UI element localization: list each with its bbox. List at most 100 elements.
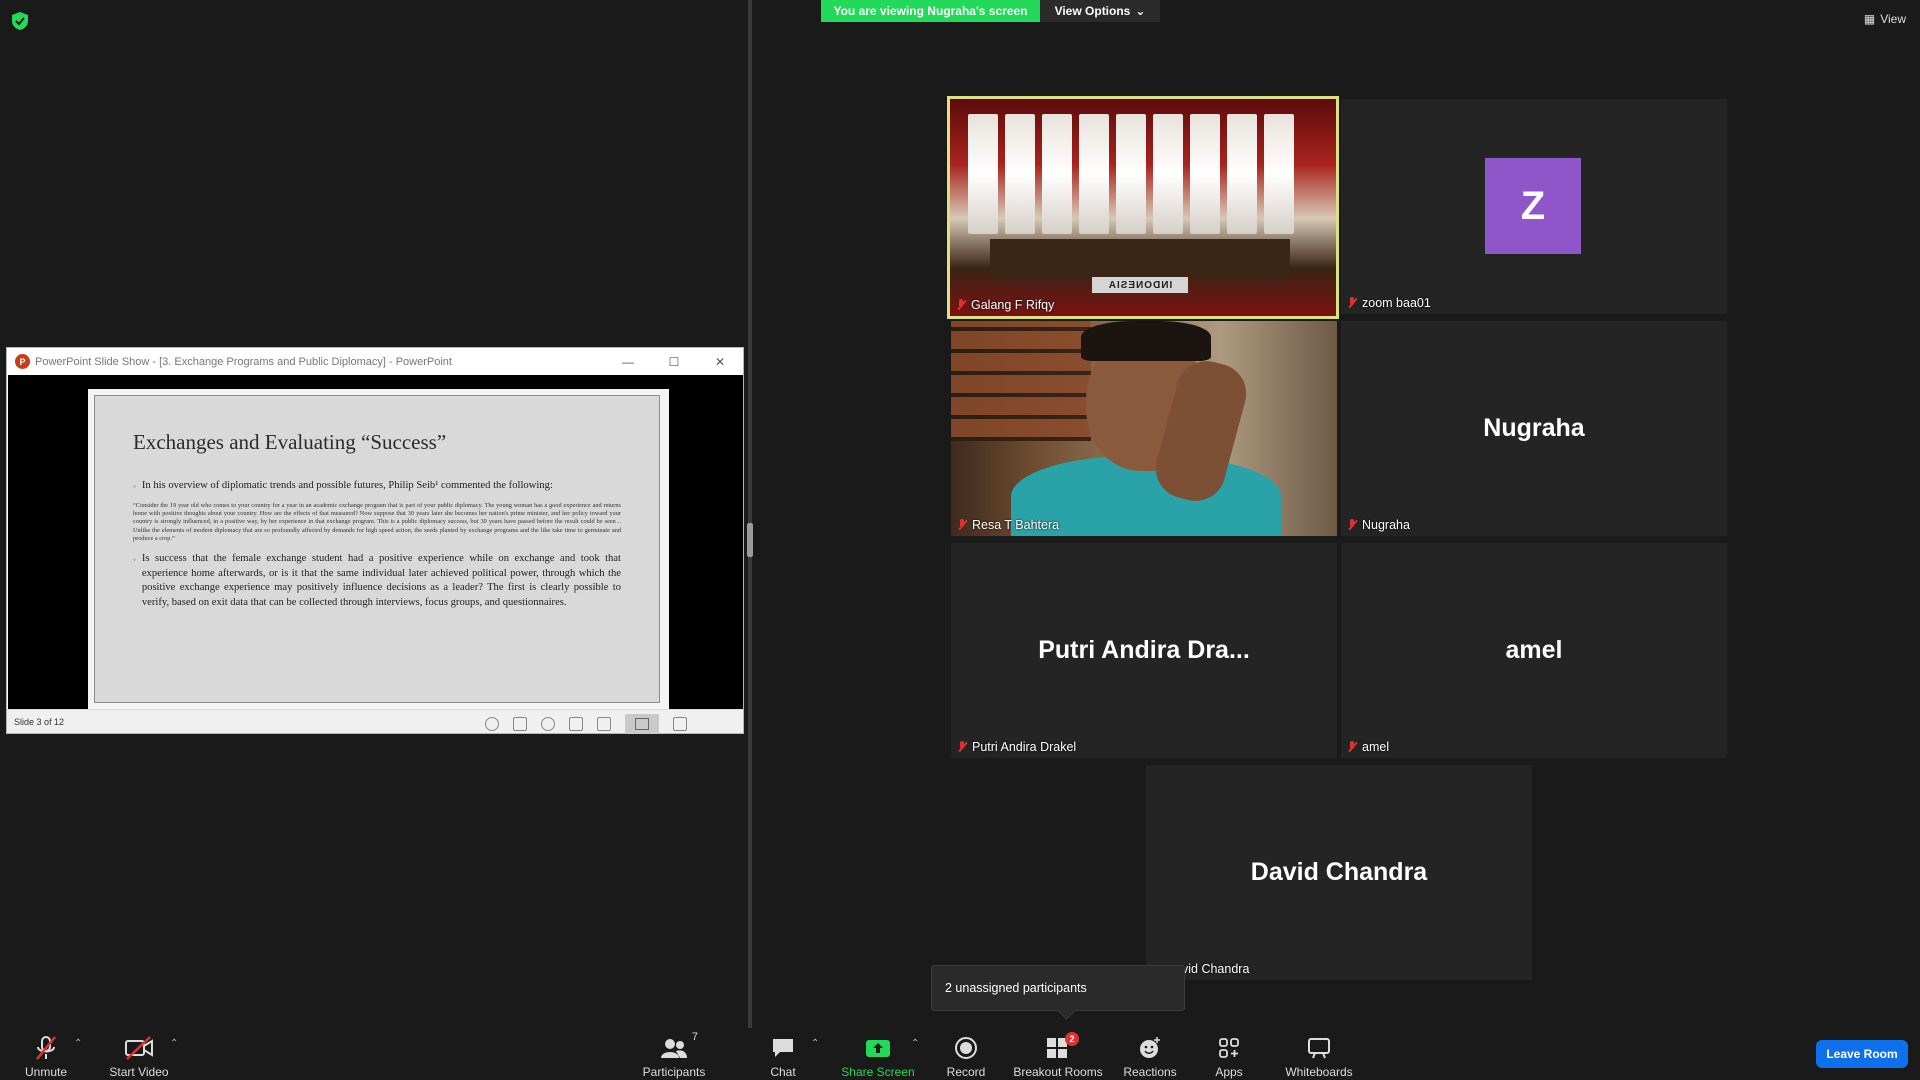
breakout-rooms-label: Breakout Rooms [1013, 1065, 1103, 1079]
reactions-label: Reactions [1123, 1065, 1177, 1079]
split-divider[interactable] [748, 0, 752, 1028]
grid-view-icon: ▦ [1863, 12, 1876, 26]
view-options-button[interactable]: View Options ⌄ [1040, 0, 1160, 22]
video-tile[interactable]: Nugraha Nugraha [1341, 321, 1727, 536]
viewing-screen-banner: You are viewing Nugraha's screen [821, 0, 1040, 22]
record-button[interactable]: Record [940, 1028, 992, 1080]
participant-name-tag: amel [1347, 740, 1389, 754]
security-shield-icon[interactable] [12, 12, 28, 30]
participants-icon: 7 [660, 1031, 698, 1062]
close-icon[interactable]: ✕ [697, 348, 743, 375]
participant-display-name: amel [1505, 636, 1563, 664]
muted-mic-icon [957, 741, 967, 753]
participant-name-tag: zoom baa01 [1347, 296, 1431, 310]
previous-slide-icon[interactable] [485, 717, 499, 731]
view-label: View [1880, 12, 1906, 26]
slide-menu-icon[interactable] [513, 717, 527, 731]
record-label: Record [946, 1065, 986, 1079]
apps-icon [1218, 1034, 1240, 1062]
participant-name-tag: Nugraha [1347, 518, 1410, 532]
slide-bullet-1: ◦ In his overview of diplomatic trends a… [133, 479, 621, 494]
participant-name: Resa T Bahtera [972, 518, 1060, 532]
apps-label: Apps [1215, 1065, 1243, 1079]
breakout-rooms-icon: 2 [1046, 1032, 1079, 1062]
slide-sorter-icon[interactable] [597, 717, 611, 731]
avatar: Z [1485, 158, 1581, 254]
slideshow-icon[interactable] [673, 717, 687, 731]
apps-button[interactable]: Apps [1208, 1028, 1250, 1080]
unmute-label: Unmute [24, 1065, 68, 1079]
powerpoint-logo-icon: P [15, 354, 30, 369]
participant-name: Nugraha [1362, 518, 1410, 532]
reading-view-icon[interactable] [625, 714, 659, 734]
minimize-icon[interactable]: — [605, 348, 651, 375]
participant-name: Putri Andira Drakel [972, 740, 1077, 754]
share-screen-label: Share Screen [841, 1065, 915, 1079]
ppt-status-bar: Slide 3 of 12 [7, 709, 743, 734]
window-controls: — ☐ ✕ [605, 348, 743, 375]
breakout-badge: 2 [1065, 1032, 1079, 1046]
participant-name-tag: vid Chandra [1182, 962, 1249, 976]
participant-display-name: Nugraha [1483, 414, 1585, 442]
video-tile[interactable]: Putri Andira Dra... Putri Andira Drakel [951, 543, 1337, 758]
participants-button[interactable]: 7 Participants [636, 1028, 712, 1080]
video-tile[interactable]: INDONESIA Galang F Rifqy [947, 96, 1339, 319]
muted-mic-icon [957, 519, 967, 531]
view-options-label: View Options [1054, 4, 1131, 18]
video-off-icon [124, 1034, 154, 1062]
participant-name-tag: Putri Andira Drakel [957, 740, 1076, 754]
video-options-caret-icon[interactable]: ⌃ [170, 1038, 178, 1049]
chat-label: Chat [770, 1065, 796, 1079]
participant-name: vid Chandra [1182, 962, 1250, 976]
video-feed [951, 321, 1337, 536]
video-tile[interactable]: David Chandra vid Chandra [1146, 765, 1532, 980]
next-slide-icon[interactable] [541, 717, 555, 731]
slide-bullet-2-text: Is success that the female exchange stud… [141, 553, 621, 608]
slide-counter: Slide 3 of 12 [14, 716, 65, 727]
chat-button[interactable]: Chat [760, 1028, 806, 1080]
reactions-icon [1138, 1034, 1162, 1062]
slide-stage: Exchanges and Evaluating “Success” ◦ In … [8, 375, 743, 710]
participant-name: zoom baa01 [1362, 296, 1431, 310]
reactions-button[interactable]: Reactions [1122, 1028, 1178, 1080]
chat-icon [771, 1034, 795, 1062]
muted-mic-icon [1347, 297, 1357, 309]
maximize-icon[interactable]: ☐ [651, 348, 697, 375]
muted-mic-icon [1347, 741, 1357, 753]
slideshow-controls [485, 714, 687, 734]
share-screen-button[interactable]: Share Screen [838, 1028, 918, 1080]
slide-bullet-2: ◦ Is success that the female exchange st… [133, 552, 621, 610]
share-options-caret-icon[interactable]: ⌃ [911, 1038, 919, 1049]
audio-options-caret-icon[interactable]: ⌃ [74, 1038, 82, 1049]
normal-view-icon[interactable] [569, 717, 583, 731]
video-tile[interactable]: Z zoom baa01 [1341, 99, 1727, 314]
participant-name: amel [1362, 740, 1390, 754]
leave-room-button[interactable]: Leave Room [1816, 1040, 1908, 1068]
chat-options-caret-icon[interactable]: ⌃ [811, 1038, 819, 1049]
ppt-window-title: PowerPoint Slide Show - [3. Exchange Pro… [35, 355, 452, 368]
whiteboards-button[interactable]: Whiteboards [1280, 1028, 1358, 1080]
view-button[interactable]: ▦ View [1864, 12, 1906, 26]
video-feed: INDONESIA [950, 99, 1336, 316]
participants-count: 7 [691, 1031, 698, 1043]
slide: Exchanges and Evaluating “Success” ◦ In … [94, 395, 660, 703]
participant-name-tag: Resa T Bahtera [957, 518, 1059, 532]
video-tile[interactable]: amel amel [1341, 543, 1727, 758]
slide-bullet-1-text: In his overview of diplomatic trends and… [141, 480, 553, 491]
bullet-icon: ◦ [133, 482, 136, 491]
participant-display-name: David Chandra [1250, 858, 1428, 886]
start-video-button[interactable]: Start Video [104, 1028, 174, 1080]
bullet-icon: ◦ [133, 555, 136, 565]
slide-quote: “Consider the 19 year old who comes to y… [133, 502, 621, 542]
unmute-button[interactable]: Unmute [18, 1028, 74, 1080]
divider-drag-handle[interactable] [747, 523, 753, 557]
breakout-rooms-button[interactable]: 2 Breakout Rooms [1012, 1028, 1104, 1080]
muted-microphone-icon [33, 1034, 59, 1062]
slide-title: Exchanges and Evaluating “Success” [133, 430, 447, 454]
video-tile[interactable]: Resa T Bahtera [951, 321, 1337, 536]
participants-label: Participants [642, 1065, 706, 1079]
chevron-down-icon: ⌄ [1135, 4, 1146, 18]
muted-mic-icon [956, 299, 966, 311]
meeting-toolbar: Unmute ⌃ Start Video ⌃ 7 Participants Ch… [0, 1028, 1920, 1080]
whiteboard-icon [1307, 1034, 1331, 1062]
